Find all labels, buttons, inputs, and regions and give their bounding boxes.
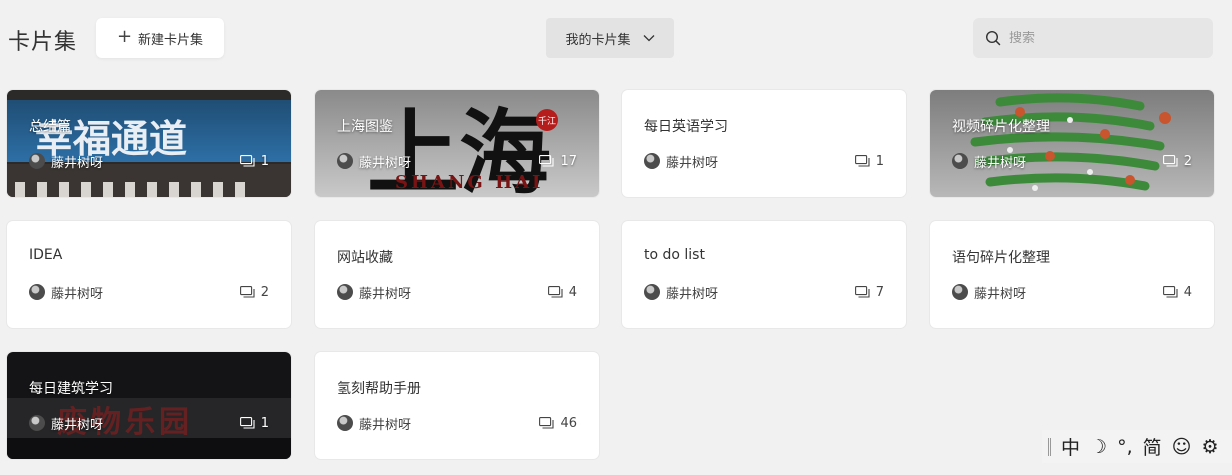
- cards-icon: [1162, 155, 1178, 167]
- collection-card[interactable]: 幸福通道 总结篇 藤井树呀 1: [7, 90, 291, 197]
- collection-filter-dropdown[interactable]: 我的卡片集: [546, 18, 674, 58]
- card-author: 藤井树呀: [359, 417, 412, 433]
- card-author: 藤井树呀: [359, 155, 412, 171]
- card-author: 藤井树呀: [51, 417, 104, 433]
- collection-card[interactable]: 网站收藏 藤井树呀 4: [315, 221, 599, 328]
- card-title: 每日英语学习: [644, 119, 728, 135]
- search-icon: [985, 30, 1001, 46]
- card-title: 每日建筑学习: [29, 381, 113, 397]
- cards-icon: [1162, 286, 1178, 298]
- collection-card[interactable]: IDEA 藤井树呀 2: [7, 221, 291, 328]
- card-count: 2: [260, 284, 269, 300]
- card-title: 氢刻帮助手册: [337, 381, 421, 397]
- gear-icon[interactable]: ⚙: [1201, 436, 1218, 458]
- card-count: 2: [1183, 153, 1192, 169]
- ime-toolbar: 中 ☽ °, 简 ☺ ⚙: [1042, 430, 1232, 463]
- chevron-down-icon: [643, 35, 654, 42]
- filter-label: 我的卡片集: [565, 32, 631, 48]
- collection-card[interactable]: 语句碎片化整理 藤井树呀 4: [930, 221, 1214, 328]
- cards-icon: [239, 417, 255, 429]
- avatar: [29, 284, 45, 300]
- card-author: 藤井树呀: [359, 286, 412, 302]
- card-title: 网站收藏: [337, 250, 393, 266]
- card-author: 藤井树呀: [666, 155, 719, 171]
- cards-icon: [539, 155, 555, 167]
- card-author: 藤井树呀: [51, 155, 104, 171]
- moon-icon[interactable]: ☽: [1090, 436, 1107, 458]
- card-title: 上海图鉴: [337, 119, 393, 135]
- card-count: 1: [260, 415, 269, 431]
- ime-mode-button[interactable]: 中: [1061, 433, 1080, 460]
- avatar: [952, 284, 968, 300]
- new-collection-label: 新建卡片集: [138, 32, 204, 48]
- card-count: 1: [875, 153, 884, 169]
- card-title: to do list: [644, 247, 705, 263]
- card-count: 1: [260, 153, 269, 169]
- card-author: 藤井树呀: [51, 286, 104, 302]
- card-title: 视频碎片化整理: [952, 119, 1050, 135]
- cards-icon: [547, 286, 563, 298]
- punctuation-button[interactable]: °,: [1117, 436, 1133, 458]
- card-count: 17: [560, 153, 577, 169]
- card-count: 4: [568, 284, 577, 300]
- header: 卡片集 + 新建卡片集 我的卡片集: [0, 0, 1232, 80]
- card-author: 藤井树呀: [974, 286, 1027, 302]
- card-count: 7: [875, 284, 884, 300]
- cards-icon: [539, 417, 555, 429]
- collection-card[interactable]: 上海 SHANG HAI 千江 上海图鉴 藤井树呀 17: [315, 90, 599, 197]
- collection-card[interactable]: 氢刻帮助手册 藤井树呀 46: [315, 352, 599, 459]
- avatar: [29, 153, 45, 169]
- avatar: [644, 153, 660, 169]
- drag-handle[interactable]: [1048, 437, 1051, 456]
- cards-icon: [239, 286, 255, 298]
- search-box[interactable]: [973, 18, 1213, 58]
- avatar: [337, 153, 353, 169]
- page-title: 卡片集: [8, 30, 78, 55]
- plus-icon: +: [116, 26, 133, 47]
- emoji-icon[interactable]: ☺: [1172, 436, 1192, 458]
- collection-card[interactable]: 视频碎片化整理 藤井树呀 2: [930, 90, 1214, 197]
- cards-icon: [854, 286, 870, 298]
- card-title: 总结篇: [29, 119, 71, 135]
- card-count: 4: [1183, 284, 1192, 300]
- collection-card[interactable]: 废物乐园 每日建筑学习 藤井树呀 1: [7, 352, 291, 459]
- avatar: [29, 415, 45, 431]
- avatar: [337, 415, 353, 431]
- avatar: [337, 284, 353, 300]
- avatar: [644, 284, 660, 300]
- search-input[interactable]: [1009, 30, 1199, 46]
- card-count: 46: [560, 415, 577, 431]
- collection-card[interactable]: 每日英语学习 藤井树呀 1: [622, 90, 906, 197]
- new-collection-button[interactable]: + 新建卡片集: [96, 18, 224, 58]
- cards-icon: [854, 155, 870, 167]
- card-title: 语句碎片化整理: [952, 250, 1050, 266]
- simplified-button[interactable]: 简: [1143, 433, 1162, 460]
- cards-icon: [239, 155, 255, 167]
- card-title: IDEA: [29, 247, 63, 263]
- collection-card[interactable]: to do list 藤井树呀 7: [622, 221, 906, 328]
- avatar: [952, 153, 968, 169]
- card-author: 藤井树呀: [974, 155, 1027, 171]
- card-author: 藤井树呀: [666, 286, 719, 302]
